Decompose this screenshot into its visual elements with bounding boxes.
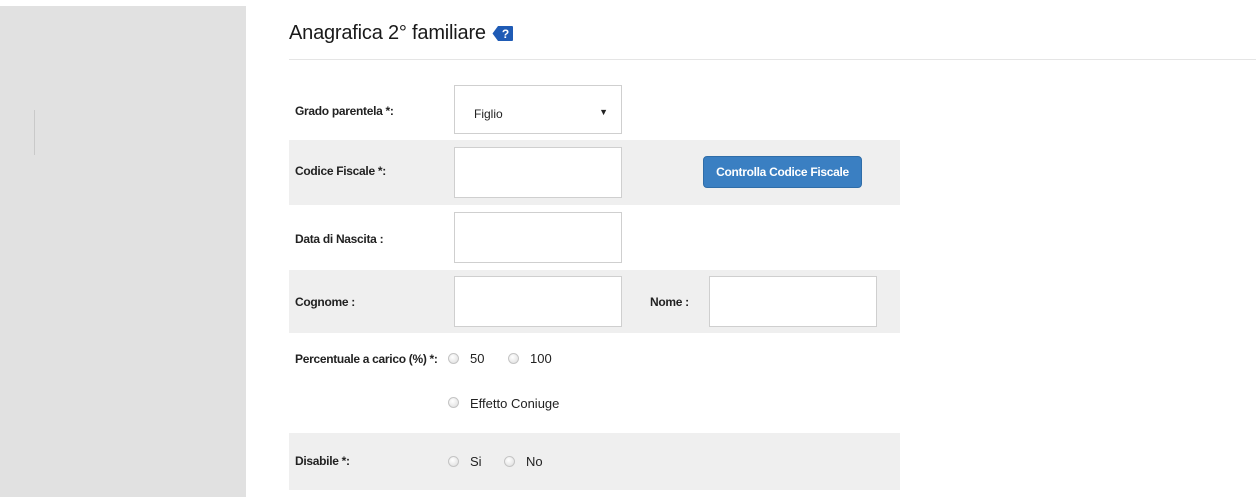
data-nascita-label: Data di Nascita : — [295, 232, 384, 246]
disabile-si-radio[interactable] — [448, 456, 459, 467]
disabile-si-label: Si — [470, 454, 482, 469]
disabile-label: Disabile *: — [295, 454, 350, 468]
chevron-down-icon: ▼ — [599, 107, 608, 117]
sidebar — [0, 6, 246, 497]
percentuale-label: Percentuale a carico (%) *: — [295, 352, 438, 366]
controlla-codice-fiscale-button[interactable]: Controlla Codice Fiscale — [703, 156, 862, 188]
percentuale-100-radio[interactable] — [508, 353, 519, 364]
page-header: Anagrafica 2° familiare ? — [289, 18, 514, 48]
effetto-coniuge-label: Effetto Coniuge — [470, 396, 560, 411]
svg-text:?: ? — [502, 27, 509, 41]
cognome-label: Cognome : — [295, 295, 355, 309]
row-cognome-nome: Cognome : Nome : — [289, 270, 900, 333]
disabile-no-label: No — [526, 454, 543, 469]
page-title: Anagrafica 2° familiare — [289, 21, 486, 44]
nome-input[interactable] — [709, 276, 877, 327]
nome-label: Nome : — [650, 295, 689, 309]
codice-fiscale-input[interactable] — [454, 147, 622, 198]
codice-fiscale-label: Codice Fiscale *: — [295, 164, 386, 178]
percentuale-50-label: 50 — [470, 351, 485, 366]
disabile-no-radio[interactable] — [504, 456, 515, 467]
data-nascita-input[interactable] — [454, 212, 622, 263]
row-codice-fiscale: Codice Fiscale *: Controlla Codice Fisca… — [289, 140, 900, 205]
grado-parentela-select[interactable]: Figlio ▼ — [454, 85, 622, 134]
cognome-input[interactable] — [454, 276, 622, 327]
grado-parentela-value: Figlio — [474, 107, 503, 121]
help-tag-icon[interactable]: ? — [492, 25, 514, 42]
row-data-nascita: Data di Nascita : — [289, 205, 900, 270]
row-percentuale: Percentuale a carico (%) *: 50 100 Effet… — [289, 333, 900, 433]
percentuale-100-label: 100 — [530, 351, 552, 366]
row-disabile: Disabile *: Si No — [289, 433, 900, 490]
sidebar-divider — [34, 110, 35, 155]
header-divider — [289, 59, 1256, 60]
grado-parentela-label: Grado parentela *: — [295, 104, 394, 118]
row-grado-parentela: Grado parentela *: Figlio ▼ — [289, 84, 900, 135]
percentuale-50-radio[interactable] — [448, 353, 459, 364]
effetto-coniuge-radio[interactable] — [448, 397, 459, 408]
